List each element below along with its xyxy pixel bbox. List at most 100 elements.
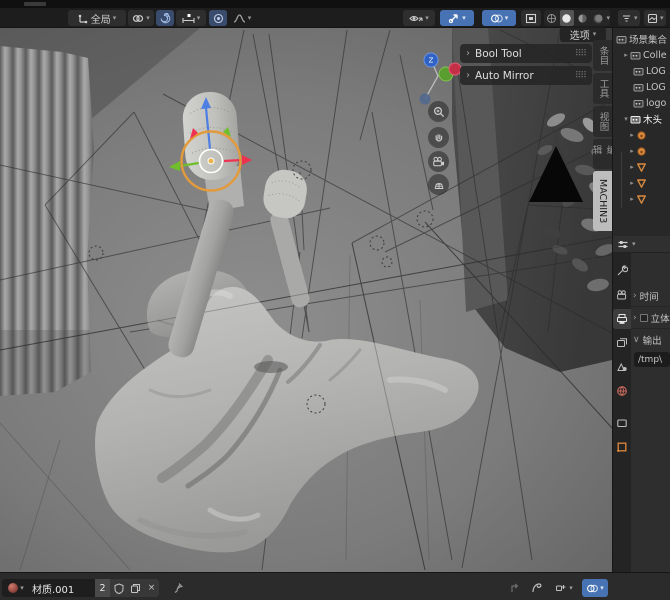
expander-icon[interactable]: ▸	[628, 195, 636, 203]
panel-header-time[interactable]: › 时间	[633, 288, 670, 303]
mesh-cone-icon	[636, 178, 647, 189]
chevron-down-icon: ▾	[592, 30, 597, 38]
pin-button[interactable]	[172, 582, 184, 594]
transform-orientation-dropdown[interactable]: 全局 ▾	[68, 10, 126, 26]
snapping-dropdown[interactable]: ▾	[128, 10, 154, 26]
expander-icon[interactable]: ▸	[628, 147, 636, 155]
panel-bool-tool[interactable]: › Bool Tool ⠿⠿	[460, 44, 592, 63]
properties-tab-column	[613, 253, 631, 572]
outliner-filter-button[interactable]: ▾	[618, 10, 640, 26]
panel-header-stereoscopy[interactable]: › 立体	[633, 310, 670, 325]
camera-icon	[433, 156, 444, 166]
tab-collection-properties[interactable]	[613, 413, 631, 433]
drag-handle-icon[interactable]: ⠿⠿	[575, 71, 587, 81]
unlink-material-button[interactable]: ×	[144, 579, 159, 597]
new-material-button[interactable]	[127, 579, 144, 597]
falloff-curve-dropdown[interactable]: ▾	[229, 10, 255, 26]
sidebar-tabstrip: 条目 工具 视图 编辑 MACHIN3	[591, 40, 616, 235]
divider	[631, 306, 670, 307]
tab-machin3[interactable]: MACHIN3	[593, 171, 612, 231]
shading-material-button[interactable]	[575, 13, 590, 24]
material-name-field[interactable]: 材质.001	[29, 579, 95, 597]
bottom-header-bar: ▾ 材质.001 2 × ▾ ▾	[0, 572, 670, 600]
drag-handle-icon[interactable]: ⠿⠿	[575, 49, 587, 59]
overlays-toggle-dropdown[interactable]: ▾	[482, 10, 516, 26]
chevron-down-icon: ▾	[634, 13, 638, 22]
snake-hook-button[interactable]	[528, 579, 546, 597]
stereoscopy-checkbox[interactable]	[639, 313, 648, 322]
chevron-down-icon: ▾	[247, 13, 252, 22]
chevron-down-icon: ▾	[196, 13, 201, 22]
viewport-3d[interactable]: Z	[0, 0, 670, 600]
curtain-mesh[interactable]	[0, 40, 96, 400]
chevron-down-icon: ▾	[146, 13, 150, 22]
window-menu-fragment	[24, 2, 46, 6]
xray-toggle[interactable]	[521, 10, 541, 26]
gizmos-toggle-dropdown[interactable]: ▾	[440, 10, 474, 26]
shading-solid-button[interactable]	[559, 10, 575, 26]
tab-item[interactable]: 条目	[593, 40, 612, 71]
tab-object-properties[interactable]	[613, 437, 631, 457]
outliner-row-logo[interactable]: logo	[613, 95, 670, 111]
outliner-row-log1[interactable]: LOG	[613, 63, 670, 79]
material-datablock-selector: ▾ 材质.001 2 ×	[2, 579, 159, 597]
chevron-right-icon: ›	[633, 290, 637, 301]
material-browse-button[interactable]: ▾	[2, 579, 29, 597]
camera-view-button[interactable]	[428, 151, 449, 172]
tab-view[interactable]: 视图	[593, 106, 612, 137]
view-object-types-dropdown[interactable]: ▾	[403, 10, 435, 26]
tab-tool-properties[interactable]	[613, 261, 631, 281]
falloff-dot-button[interactable]	[209, 10, 227, 26]
outliner-row-collection[interactable]: ▸ Colle	[613, 47, 670, 63]
overlays-icon	[490, 13, 503, 24]
axis-z-label: Z	[429, 57, 434, 65]
pan-button[interactable]	[428, 127, 449, 148]
tab-world-properties[interactable]	[613, 381, 631, 401]
fake-user-button[interactable]	[110, 579, 127, 597]
tab-scene-properties[interactable]	[613, 357, 631, 377]
shading-rendered-button[interactable]	[591, 13, 606, 24]
expander-icon[interactable]: ▸	[622, 51, 630, 59]
zoom-button[interactable]	[428, 101, 449, 122]
output-path-field[interactable]: /tmp\	[634, 352, 670, 367]
node-insert-dropdown[interactable]: ▾	[550, 579, 578, 597]
material-users-count[interactable]: 2	[95, 579, 110, 597]
chevron-down-icon: ▾	[20, 583, 24, 592]
chevron-down-icon: ▾	[569, 583, 573, 592]
chevron-down-icon: ▾	[600, 583, 604, 592]
chevron-down-icon: ▾	[632, 239, 636, 248]
expander-icon[interactable]: ▸	[628, 131, 636, 139]
pin-icon	[174, 583, 183, 593]
outliner-row-scene-collection[interactable]: 场景集合	[613, 31, 670, 47]
axis-ball-neg	[419, 93, 431, 105]
material-sphere-icon	[8, 583, 19, 593]
expander-icon[interactable]: ▸	[628, 179, 636, 187]
chevron-down-icon: ▾	[112, 13, 117, 22]
up-arrow-icon	[511, 583, 519, 592]
tab-tool[interactable]: 工具	[593, 73, 612, 104]
proportional-falloff-spiral-button[interactable]	[156, 10, 174, 26]
mesh-cone-icon	[636, 194, 647, 205]
mesh-round-icon	[636, 146, 647, 157]
tab-output-properties[interactable]	[613, 309, 631, 329]
snap-toggle-button[interactable]: ▾	[582, 579, 608, 597]
orthographic-toggle-button[interactable]	[428, 174, 449, 195]
outliner-display-mode-button[interactable]: ▾	[644, 10, 666, 26]
properties-editor-type-button[interactable]: ▾	[613, 236, 670, 253]
parent-navigate-button[interactable]	[506, 579, 524, 597]
panel-auto-mirror[interactable]: › Auto Mirror ⠿⠿	[460, 66, 592, 85]
outliner-row-object[interactable]: ▸	[613, 127, 670, 143]
magnifier-icon	[433, 106, 444, 117]
tab-edit[interactable]: 编辑	[591, 139, 616, 169]
proportional-editing-dropdown[interactable]: ▾	[176, 10, 206, 26]
panel-header-output[interactable]: ∨ 输出	[633, 332, 670, 347]
shading-wireframe-button[interactable]	[544, 13, 559, 24]
falloff-curve-icon	[233, 13, 246, 24]
outliner-row-wood[interactable]: ▾ 木头	[613, 111, 670, 127]
expander-icon[interactable]: ▸	[628, 163, 636, 171]
tab-view-layer-properties[interactable]	[613, 333, 631, 353]
expander-icon[interactable]: ▾	[622, 115, 630, 123]
tab-render-properties[interactable]	[613, 285, 631, 305]
viewport-header: 全局 ▾ ▾ ▾ ▾ ▾ ▾ ▾ ▾ ▾ ▾	[0, 8, 670, 28]
outliner-row-log2[interactable]: LOG	[613, 79, 670, 95]
